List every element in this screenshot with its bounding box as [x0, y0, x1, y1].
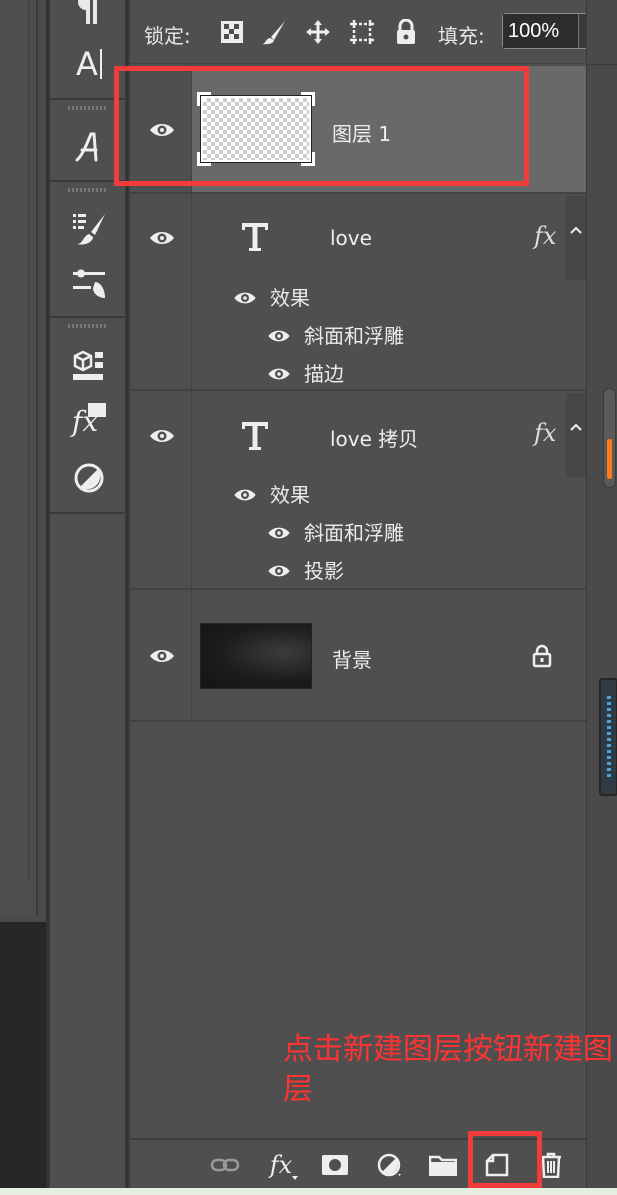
fx-icon[interactable]: fx — [264, 1148, 298, 1182]
highlight-box-new-layer — [468, 1131, 542, 1188]
grip-handle[interactable] — [68, 188, 106, 192]
tool-separator — [50, 316, 125, 318]
fx-badge[interactable]: fx — [534, 222, 556, 250]
eye-icon[interactable] — [264, 521, 294, 545]
cursor-bar-icon — [99, 49, 102, 79]
eye-icon[interactable] — [230, 286, 260, 310]
eye-icon[interactable] — [230, 483, 260, 507]
lock-bar: 锁定: 填充: 100% — [130, 0, 608, 64]
fx-badge[interactable]: fx — [534, 419, 556, 447]
layer-name[interactable]: 背景 — [332, 644, 372, 673]
fill-opacity-value[interactable]: 100% — [503, 14, 579, 48]
level-meter-ticks — [607, 696, 611, 780]
text-layer-icon — [238, 218, 272, 254]
effects-label: 效果 — [270, 483, 310, 507]
effect-item[interactable]: 描边 — [304, 358, 344, 387]
collapse-effects-button[interactable] — [566, 196, 586, 280]
adjustments-icon[interactable] — [64, 456, 114, 500]
row-divider — [130, 720, 586, 722]
styles-fx-label: fx — [72, 405, 99, 438]
canvas-dark-region — [0, 922, 46, 1195]
tool-column-divider — [50, 512, 125, 514]
highlight-box-layer-1 — [114, 66, 529, 186]
styles-fx-icon[interactable]: fx — [64, 398, 114, 442]
layers-scrollbar[interactable] — [603, 388, 616, 488]
visibility-column — [130, 391, 192, 588]
grip-handle[interactable] — [68, 324, 106, 328]
lock-position-icon[interactable] — [304, 18, 332, 46]
fx-icon-label: fx — [269, 1151, 293, 1179]
eye-icon[interactable] — [146, 642, 178, 670]
text-layer-icon — [238, 417, 272, 453]
paragraph-icon[interactable] — [64, 0, 114, 30]
layer-name[interactable]: love 拷贝 — [330, 423, 418, 452]
layer-row-background[interactable]: 背景 — [130, 590, 586, 720]
character-panel-icon[interactable]: A — [64, 42, 114, 86]
character-panel-label: A — [76, 45, 98, 83]
eye-icon[interactable] — [264, 324, 294, 348]
lock-transparent-pixels-icon[interactable] — [218, 18, 246, 46]
effect-item[interactable]: 斜面和浮雕 — [304, 517, 404, 546]
instruction-annotation: 点击新建图层按钮新建图层 — [283, 1032, 613, 1107]
strip-divider — [587, 64, 617, 65]
dropdown-indicator-icon — [292, 1176, 298, 1180]
layer-row-love[interactable]: love fx 效果 斜面和浮雕 描边 — [130, 194, 586, 389]
lock-all-icon[interactable] — [392, 18, 420, 46]
eye-icon[interactable] — [264, 559, 294, 583]
lock-image-pixels-icon[interactable] — [260, 18, 288, 46]
layer-row-love-copy[interactable]: love 拷贝 fx 效果 斜面和浮雕 投影 — [130, 391, 586, 588]
lock-label: 锁定: — [144, 24, 191, 48]
glyph-script-icon[interactable] — [64, 124, 114, 168]
collapse-effects-button[interactable] — [566, 393, 586, 477]
bottom-strip — [0, 1188, 617, 1195]
canvas-area — [0, 0, 46, 1195]
grip-handle[interactable] — [68, 106, 106, 110]
level-meter[interactable] — [599, 678, 617, 796]
lock-icon[interactable] — [532, 644, 552, 668]
effect-item[interactable]: 投影 — [304, 555, 344, 584]
3d-properties-icon[interactable] — [64, 342, 114, 386]
mask-icon[interactable] — [318, 1148, 352, 1182]
effect-item[interactable]: 斜面和浮雕 — [304, 320, 404, 349]
panel-scroll-area — [586, 0, 617, 1195]
fill-label: 填充: — [438, 24, 485, 48]
link-icon[interactable] — [208, 1148, 242, 1182]
eye-icon[interactable] — [146, 422, 178, 450]
eye-icon[interactable] — [264, 362, 294, 386]
lock-artboard-icon[interactable] — [348, 18, 376, 46]
layer-name[interactable]: love — [330, 226, 372, 250]
adjustment-icon[interactable] — [372, 1148, 406, 1182]
eye-icon[interactable] — [146, 224, 178, 252]
canvas-inner-border — [0, 0, 30, 880]
brush-presets-icon[interactable] — [64, 262, 114, 306]
effects-label: 效果 — [270, 286, 310, 310]
folder-icon[interactable] — [426, 1148, 460, 1182]
scrollbar-thumb[interactable] — [607, 439, 612, 479]
layer-thumbnail — [200, 623, 312, 689]
brush-settings-icon[interactable] — [64, 206, 114, 250]
